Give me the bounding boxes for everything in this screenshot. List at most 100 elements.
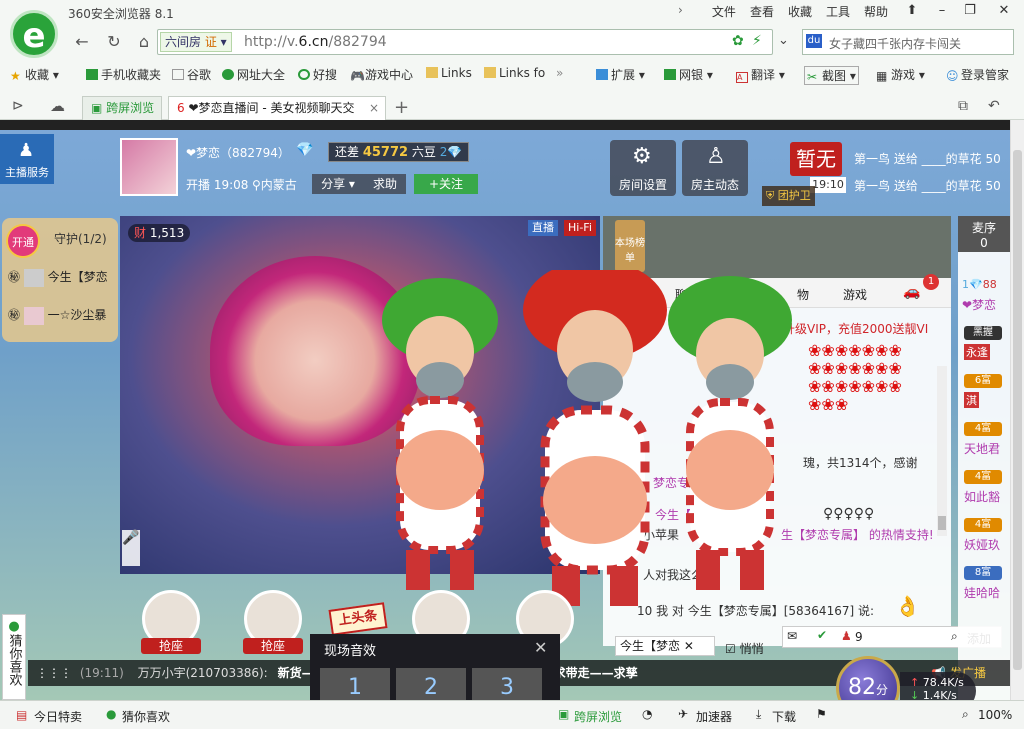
more-bookmarks-icon[interactable]: » [556, 66, 563, 80]
anchor-name[interactable]: ❤梦恋（882794） [186, 144, 290, 161]
accelerator-link[interactable]: 加速器 [696, 708, 732, 725]
speed-icon[interactable]: ⚡ [752, 33, 762, 49]
translate-button[interactable]: A 翻译 ▾ [736, 66, 785, 83]
help-button[interactable]: 求助 [364, 174, 406, 194]
chat-scrollbar[interactable] [937, 366, 947, 536]
mic-queue[interactable]: 麦序 0 [958, 216, 1010, 252]
user-3[interactable]: 永逢 [964, 344, 990, 360]
upload-speed: 78.4K/s [922, 676, 964, 689]
whisper-checkbox[interactable]: ☑ 悄悄 [725, 640, 764, 657]
pin-icon[interactable]: ⬆ [900, 2, 924, 20]
sidebar-toggle-icon[interactable]: ⊳ [12, 98, 24, 114]
search-input[interactable]: 女子藏四千张内存卡闯关 [802, 29, 1014, 55]
user-2[interactable]: ❤梦恋 [962, 296, 996, 313]
refresh-icon[interactable]: ↻ [102, 31, 126, 53]
login-manager-button[interactable]: ☺ 登录管家 [946, 66, 1009, 83]
guess-you-like-side[interactable]: ● 猜你喜欢 [2, 614, 26, 700]
minimize-button[interactable]: – [930, 2, 954, 20]
host-feed-button[interactable]: ♙ 房主动态 [682, 140, 748, 196]
room-list-button[interactable]: 本场榜单 [615, 220, 645, 272]
bookmark-hao[interactable]: 网址大全 [222, 66, 285, 83]
bookmark-mobile[interactable]: 手机收藏夹 [86, 66, 161, 83]
tab-games[interactable]: 游戏 [843, 286, 867, 303]
screenshot-button[interactable]: ✂ 截图 ▾ [804, 66, 859, 85]
url-text[interactable]: http://v.6.cn/882794 [244, 34, 387, 50]
user-8[interactable]: 娃哈哈 [964, 584, 1000, 601]
cloud-icon[interactable]: ☁ [50, 97, 65, 115]
chat-target-select[interactable]: 今生【梦恋 ✕ [615, 636, 715, 656]
tab-split-screen[interactable]: ▣ 跨屏浏览 [82, 96, 162, 120]
car-icon[interactable]: 🚗 [903, 284, 920, 300]
ticker-user[interactable]: 万万小宇(210703386): [138, 666, 268, 680]
guard-user-1[interactable]: ㊙ 今生【梦恋 [8, 268, 108, 287]
seat-1-button[interactable]: 抢座 [141, 638, 201, 654]
dancer-center [523, 270, 667, 606]
anchor-avatar[interactable] [120, 138, 178, 196]
bookmark-haosou[interactable]: 好搜 [298, 66, 337, 83]
address-bar[interactable]: 六间房 证 ▾ http://v.6.cn/882794 ✿ ⚡ [157, 29, 773, 55]
guard-open-button[interactable]: 开通 [6, 224, 40, 258]
room-settings-button[interactable]: ⚙ 房间设置 [610, 140, 676, 196]
bookmark-links[interactable]: Links [426, 66, 472, 80]
restore-tabs-icon[interactable]: ⧉ [958, 98, 968, 114]
microphone-icon[interactable]: 🎤 [122, 530, 140, 566]
menu-favorites[interactable]: 收藏 [788, 3, 812, 20]
headline-button[interactable]: 上头条 [328, 602, 388, 636]
menu-file[interactable]: 文件 [712, 3, 736, 20]
follow-button[interactable]: +关注 [414, 174, 478, 194]
games-button[interactable]: ▦ 游戏 ▾ [876, 66, 925, 83]
bank-button[interactable]: 网银 ▾ [664, 66, 713, 83]
site-verify-tag[interactable]: 六间房 证 ▾ [160, 32, 232, 52]
secure-icon[interactable]: ✿ [732, 33, 744, 49]
new-tab-icon[interactable]: + [394, 97, 409, 118]
menu-view[interactable]: 查看 [750, 3, 774, 20]
add-search-icon[interactable]: ⌕ [951, 629, 958, 644]
seat-2-button[interactable]: 抢座 [243, 638, 303, 654]
bookmark-label: 游戏 [891, 68, 916, 82]
user-7[interactable]: 妖娅玖 [964, 536, 1000, 553]
menu-tools[interactable]: 工具 [826, 3, 850, 20]
back-icon[interactable]: ← [70, 31, 94, 53]
address-dropdown-icon[interactable]: ⌄ [778, 33, 789, 48]
bookmark-google[interactable]: 谷歌 [172, 66, 211, 83]
guess-link[interactable]: 猜你喜欢 [122, 708, 170, 725]
score-value: 82 [847, 675, 876, 700]
user-4[interactable]: 淇 [964, 392, 979, 408]
page-scroll-thumb[interactable] [1013, 150, 1022, 670]
flag-icon[interactable]: ⚑ [816, 707, 827, 721]
page-scrollbar[interactable] [1010, 120, 1024, 700]
home-icon[interactable]: ⌂ [132, 31, 156, 53]
six-logo-icon: 6 [177, 101, 185, 115]
close-sfx-icon[interactable]: ✕ [534, 638, 547, 657]
bookmark-favorites[interactable]: ★ 收藏 ▾ [10, 66, 59, 83]
guard-user-2[interactable]: ㊙ 一☆沙尘暴 [8, 306, 106, 325]
anchor-service-button[interactable]: ♟ 主播服务 [0, 134, 54, 184]
mail-icon[interactable]: ✉ [787, 629, 797, 643]
guard-team-button[interactable]: ⛨ 团护卫 [762, 186, 815, 206]
today-sale-link[interactable]: 今日特卖 [34, 708, 82, 725]
sfx-button-2[interactable]: 2 [396, 668, 466, 700]
share-button[interactable]: 分享 ▾ [312, 174, 364, 194]
bookmark-games[interactable]: 🎮游戏中心 [350, 66, 413, 83]
split-screen-link[interactable]: 跨屏浏览 [574, 708, 622, 725]
tab-live-room[interactable]: 6 ❤梦恋直播间 - 美女视频聊天交 × [168, 96, 386, 120]
sfx-button-3[interactable]: 3 [472, 668, 542, 700]
chat-scroll-thumb[interactable] [938, 516, 946, 530]
menu-help[interactable]: 帮助 [864, 3, 888, 20]
user-5[interactable]: 天地君 [964, 440, 1000, 457]
user-1[interactable]: 1💎88 [962, 278, 997, 291]
zoom-level[interactable]: 100% [978, 708, 1012, 722]
close-window-button[interactable]: ✕ [992, 2, 1016, 20]
download-link[interactable]: 下载 [772, 708, 796, 725]
bookmark-links-for[interactable]: Links fo [484, 66, 545, 80]
check-icon[interactable]: ✔ [817, 628, 827, 642]
undo-close-icon[interactable]: ↶ [988, 98, 1000, 114]
user-6[interactable]: 如此豁 [964, 488, 1000, 505]
close-tab-icon[interactable]: × [369, 97, 379, 119]
share-label: 分享 [321, 177, 346, 191]
sfx-button-1[interactable]: 1 [320, 668, 390, 700]
maximize-button[interactable]: ❐ [958, 2, 982, 20]
ext-button[interactable]: 扩展 ▾ [596, 66, 645, 83]
search-engine-icon[interactable]: du [806, 34, 822, 48]
speedometer-icon[interactable]: ◔ [642, 707, 652, 721]
